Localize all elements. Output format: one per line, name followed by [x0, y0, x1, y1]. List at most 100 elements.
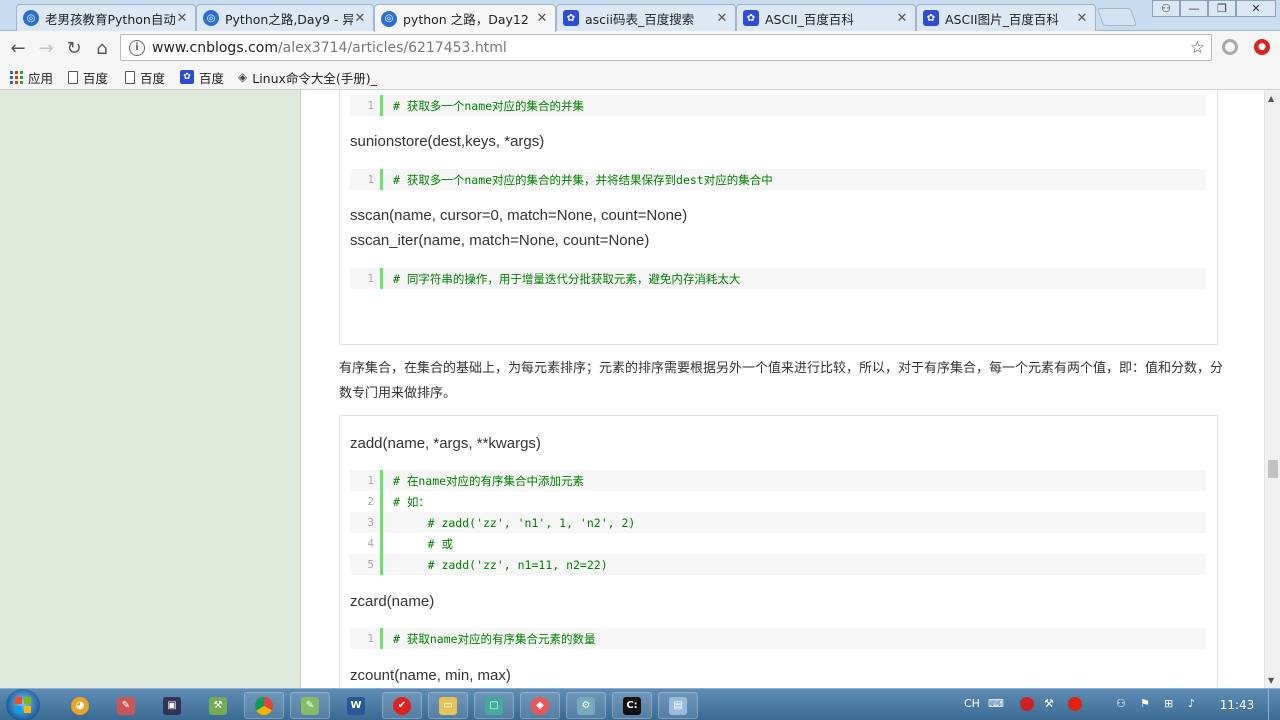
tray-record-icon[interactable] [1068, 697, 1082, 711]
document-icon [68, 70, 78, 84]
function-signature: sscan(name, cursor=0, match=None, count=… [350, 207, 688, 224]
tab-title: python 之路，Day12 [403, 12, 529, 27]
taskbar-app[interactable]: C: [612, 692, 652, 719]
info-icon[interactable]: i [129, 39, 145, 56]
taskbar-app[interactable]: ✎ [290, 692, 330, 719]
scroll-thumb[interactable] [1268, 460, 1278, 478]
tab-1[interactable]: ◎ Python之路,Day9 - 异步 ✕ [196, 4, 374, 31]
taskbar-app[interactable]: ⚙ [566, 692, 606, 719]
taskbar-app[interactable]: W [336, 692, 376, 719]
chrome-icon [255, 696, 273, 715]
cnblogs-icon: ◎ [203, 10, 219, 26]
clock[interactable]: 11:43 [1212, 698, 1262, 712]
show-desktop-button[interactable] [1268, 689, 1280, 720]
bookmark-apps[interactable]: 应用 [10, 68, 53, 86]
baidu-paw-icon: ✿ [563, 10, 579, 26]
function-signature: zcount(name, min, max) [350, 667, 511, 684]
bookmark-linux[interactable]: ◈ Linux命令大全(手册)_ [238, 68, 377, 86]
browser-toolbar: ← → ↻ ⌂ i www.cnblogs.com/alex3714/artic… [0, 31, 1280, 64]
close-icon[interactable]: ✕ [895, 11, 909, 26]
function-signature: sscan_iter(name, match=None, count=None) [350, 232, 650, 249]
taskbar-app[interactable]: ◆ [520, 692, 560, 719]
tab-0[interactable]: ◎ 老男孩教育Python自动化 ✕ [16, 4, 196, 31]
address-bar[interactable]: i www.cnblogs.com/alex3714/articles/6217… [120, 34, 1212, 61]
reload-icon[interactable]: ↻ [62, 36, 86, 60]
code-line: 3 # zadd('zz', 'n1', 1, 'n2', 2) [350, 512, 1206, 533]
folder-icon: ▭ [439, 696, 457, 715]
code-block: 1 # 在name对应的有序集合中添加元素 2 # 如： 3 # zadd('zz'… [350, 470, 1206, 575]
save-disk-icon: ▣ [163, 696, 181, 715]
close-icon[interactable]: ✕ [175, 11, 189, 26]
volume-icon[interactable]: ♪ [1188, 697, 1195, 710]
bookmark-baidu-3[interactable]: ✿ 百度 [180, 68, 224, 86]
scroll-down-icon[interactable]: ▼ [1268, 676, 1274, 685]
tab-strip: ◎ 老男孩教育Python自动化 ✕ ◎ Python之路,Day9 - 异步 … [0, 0, 1280, 32]
taskbar-app[interactable]: ✔ [382, 692, 422, 719]
close-icon[interactable]: ✕ [353, 11, 367, 26]
minimize-icon[interactable]: — [1180, 0, 1208, 17]
forward-icon[interactable]: → [34, 36, 58, 60]
user-icon[interactable]: ⚇ [1152, 0, 1180, 17]
app-red-icon: ✔ [393, 696, 411, 715]
close-icon[interactable]: ✕ [715, 11, 729, 26]
paragraph: 有序集合，在集合的基础上，为每元素排序；元素的排序需要根据另外一个值来进行比较，… [339, 361, 1224, 401]
tab-4[interactable]: ✿ ASCII_百度百科 ✕ [736, 4, 916, 31]
taskbar-app[interactable]: ▤ [658, 692, 698, 719]
close-window-icon[interactable]: ✕ [1236, 0, 1276, 17]
code-line: 1 # 同字符串的操作，用于增量迭代分批获取元素，避免内存消耗太大 [350, 268, 1206, 289]
code-line: 1 # 获取多一个name对应的集合的并集，并将结果保存到dest对应的集合中 [350, 169, 1206, 190]
bookmark-label: 百度 [199, 70, 225, 86]
restore-icon[interactable]: ❐ [1208, 0, 1236, 17]
new-tab-button[interactable] [1096, 8, 1138, 26]
tab-title: ascii码表_百度搜索 [585, 11, 695, 27]
tray-tool-icon[interactable]: ⚒ [1044, 697, 1054, 710]
taskbar-app[interactable]: ✎ [106, 692, 146, 719]
apps-grid-icon [10, 70, 23, 84]
start-button[interactable] [6, 689, 40, 720]
code-line: 4 # 或 [350, 533, 1206, 554]
code-line: 2 # 如： [350, 491, 1206, 512]
bookmark-baidu-2[interactable]: 百度 [125, 68, 165, 86]
tray-people-icon[interactable]: ⚇ [1116, 697, 1126, 710]
tray-red-icon[interactable] [1020, 697, 1034, 711]
qq-icon: ◕ [71, 696, 89, 715]
taskbar-app[interactable]: ⚒ [198, 692, 238, 719]
paint-icon: ✎ [117, 696, 135, 715]
vertical-scrollbar[interactable]: ▲ ▼ [1264, 90, 1280, 688]
baidu-paw-icon: ✿ [923, 10, 939, 26]
input-language[interactable]: CH [964, 697, 980, 710]
terminal-icon: C: [623, 696, 641, 715]
tool-icon: ⚙ [577, 696, 595, 715]
function-signature: zadd(name, *args, **kwargs) [350, 435, 541, 452]
extension-red-icon[interactable]: ● [1254, 39, 1270, 55]
taskbar-app[interactable]: ▢ [474, 692, 514, 719]
home-icon[interactable]: ⌂ [90, 36, 114, 60]
code-line: 5 # zadd('zz', n1=11, n2=22) [350, 554, 1206, 575]
extension-icon[interactable] [1222, 39, 1238, 55]
network-icon[interactable]: ⊞ [1164, 697, 1173, 710]
tab-3[interactable]: ✿ ascii码表_百度搜索 ✕ [556, 4, 736, 31]
left-gutter [0, 90, 301, 688]
diamond-icon: ◈ [238, 70, 248, 84]
back-icon[interactable]: ← [6, 36, 30, 60]
bookmark-label: Linux命令大全(手册)_ [252, 70, 377, 86]
taskbar-app[interactable] [244, 692, 284, 719]
cnblogs-icon: ◎ [23, 10, 39, 26]
taskbar-app[interactable]: ▣ [152, 692, 192, 719]
tray-flag-icon[interactable]: ⚑ [1140, 697, 1150, 710]
keyboard-icon[interactable]: ⌨ [988, 697, 1004, 710]
app-bird-icon: ◆ [531, 696, 549, 715]
tab-2-active[interactable]: ◎ python 之路，Day12 ✕ [374, 4, 556, 32]
taskbar-app[interactable]: ◕ [60, 692, 100, 719]
close-icon[interactable]: ✕ [535, 11, 549, 26]
bookmark-baidu-1[interactable]: 百度 [68, 68, 108, 86]
close-icon[interactable]: ✕ [1075, 11, 1089, 26]
article-content: 1 # 获取多一个name对应的集合的并集 sunionstore(dest,ke… [301, 90, 1256, 688]
tab-5[interactable]: ✿ ASCII图片_百度百科 ✕ [916, 4, 1096, 31]
bookmark-star-icon[interactable]: ☆ [1190, 38, 1205, 58]
taskbar-app[interactable]: ▭ [428, 692, 468, 719]
windows-taskbar: ◕ ✎ ▣ ⚒ ✎ W ✔ ▭ ▢ ◆ ⚙ C: ▤ CH ⌨ ⚒ ⚇ ⚑ ⊞ … [0, 688, 1280, 720]
bookmark-label: 百度 [140, 70, 166, 86]
code-line: 1 # 在name对应的有序集合中添加元素 [350, 470, 1206, 491]
scroll-up-icon[interactable]: ▲ [1268, 94, 1274, 103]
